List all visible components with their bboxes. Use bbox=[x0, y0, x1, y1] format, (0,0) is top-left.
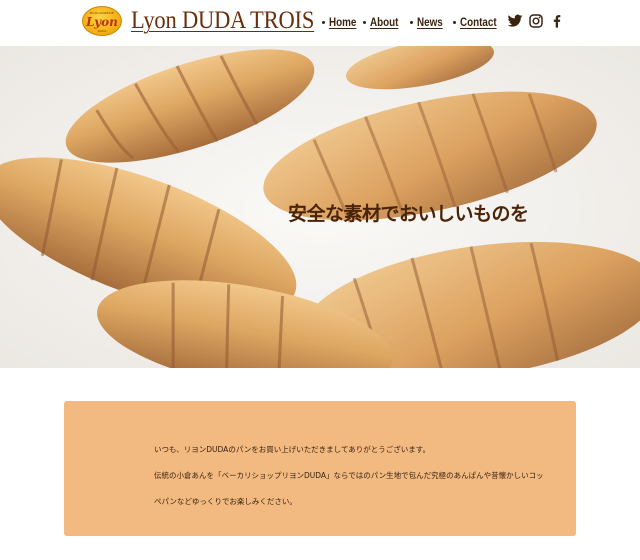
hero-section: 安全な素材でおいしいものを bbox=[0, 46, 640, 368]
nav-news-link[interactable]: News bbox=[410, 15, 443, 29]
bakery-logo[interactable]: BOULANGERIE Lyon DUDA bbox=[82, 6, 122, 36]
hero-headline: 安全な素材でおいしいものを bbox=[288, 203, 529, 225]
nav-home-label: Home bbox=[329, 15, 357, 29]
message-line: ペパンなどゆっくりでお楽しみください。 bbox=[154, 497, 297, 506]
facebook-icon[interactable] bbox=[549, 13, 565, 29]
twitter-icon[interactable] bbox=[507, 13, 523, 29]
site-title[interactable]: Lyon DUDA TROIS bbox=[131, 7, 314, 35]
nav-bullet-icon bbox=[453, 20, 456, 24]
nav-bullet-icon bbox=[410, 20, 413, 24]
message-line: 伝統の小倉あんを「ベーカリショップリヨンDUDA」ならではのパン生地で包んだ究極… bbox=[154, 471, 544, 480]
nav-news-label: News bbox=[417, 15, 443, 29]
logo-main-text: Lyon bbox=[86, 15, 118, 29]
main-nav: Home About News Contact bbox=[322, 15, 520, 29]
nav-contact-link[interactable]: Contact bbox=[453, 15, 510, 29]
nav-bullet-icon bbox=[363, 20, 366, 24]
social-links bbox=[507, 13, 570, 29]
logo-bottom-text: DUDA bbox=[97, 29, 107, 33]
nav-home-link[interactable]: Home bbox=[322, 15, 357, 29]
message-line: いつも、リヨンDUDAのパンをお買い上げいただきましてありがとうございます。 bbox=[154, 445, 430, 454]
nav-about-link[interactable]: About bbox=[363, 15, 400, 29]
nav-bullet-icon bbox=[322, 20, 325, 24]
site-header: BOULANGERIE Lyon DUDA Lyon DUDA TROIS Ho… bbox=[0, 0, 640, 46]
nav-contact-label: Contact bbox=[460, 15, 497, 29]
nav-about-label: About bbox=[370, 15, 399, 29]
welcome-message-text: いつも、リヨンDUDAのパンをお買い上げいただきましてありがとうございます。 伝… bbox=[154, 437, 544, 515]
instagram-icon[interactable] bbox=[528, 13, 544, 29]
welcome-message-box: いつも、リヨンDUDAのパンをお買い上げいただきましてありがとうございます。 伝… bbox=[64, 401, 576, 536]
